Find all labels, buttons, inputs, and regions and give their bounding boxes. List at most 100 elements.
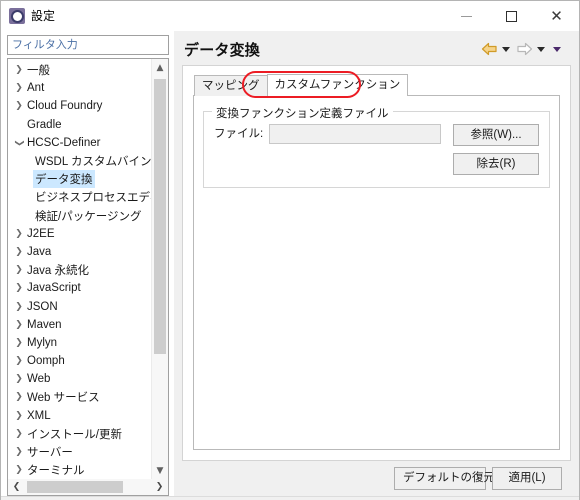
title-bar-left: 設定 <box>1 8 55 24</box>
chevron-right-icon[interactable]: ❯ <box>12 374 26 384</box>
settings-gear-icon <box>9 8 25 24</box>
sidebar-item-label: Oomph <box>27 355 65 368</box>
chevron-right-icon[interactable]: ❯ <box>151 479 168 495</box>
chevron-right-icon[interactable]: ❯ <box>12 465 26 475</box>
sidebar-item-label: Web <box>27 373 51 386</box>
forward-menu-caret-down-icon[interactable] <box>537 46 545 52</box>
page-title: データ変換 <box>184 41 261 59</box>
sidebar-item[interactable]: ❯ JavaScript <box>8 279 151 297</box>
back-arrow-icon[interactable] <box>481 42 498 56</box>
sidebar-item-label: Maven <box>27 318 62 331</box>
sidebar-item[interactable]: ❯ Java 永続化 <box>8 261 151 279</box>
sidebar-item[interactable]: ❯ Web <box>8 370 151 388</box>
sidebar-item-label: Java 永続化 <box>27 265 89 278</box>
sidebar-item[interactable]: ❯ ターミナル <box>8 461 151 479</box>
tab-custom-function[interactable]: カスタムファンクション <box>266 74 409 96</box>
sidebar-item[interactable]: ❯ Web サービス <box>8 388 151 406</box>
chevron-right-icon[interactable]: ❯ <box>12 229 26 239</box>
chevron-right-icon[interactable]: ❯ <box>12 283 26 293</box>
sidebar-item-label: J2EE <box>27 227 55 240</box>
chevron-up-icon[interactable]: ▲ <box>152 59 168 76</box>
chevron-down-icon[interactable]: ▼ <box>152 462 168 479</box>
settings-tree-container: ❯ 一般 ❯ Ant ❯ Cloud Foundry Gradle ❯ HCSC-Definer… <box>7 58 169 480</box>
sidebar-item-label: Gradle <box>27 118 62 131</box>
remove-button[interactable]: 除去(R) <box>453 153 539 175</box>
chevron-right-icon[interactable]: ❯ <box>12 247 26 257</box>
chevron-down-icon[interactable]: ❯ <box>14 136 24 150</box>
dialog-body: ❯一般❯Ant❯Cloud FoundryGradle❯HCSC-Definer… <box>1 31 579 497</box>
sidebar-item-label: WSDL カスタムバインディ <box>35 156 151 169</box>
sidebar-item[interactable]: ❯ JSON <box>8 297 151 315</box>
sidebar-item-label: ターミナル <box>27 465 85 478</box>
tree-horizontal-scrollbar[interactable]: ❮ ❯ <box>7 479 169 497</box>
chevron-right-icon[interactable]: ❯ <box>12 429 26 439</box>
group-legend: 変換ファンクション定義ファイル <box>212 105 393 121</box>
sidebar-item-label: Java <box>27 245 52 258</box>
minimize-icon <box>461 15 472 17</box>
sidebar-item-label: JSON <box>27 300 58 313</box>
chevron-right-icon[interactable]: ❯ <box>12 302 26 312</box>
chevron-right-icon[interactable]: ❯ <box>12 447 26 457</box>
settings-dialog: 設定 ✕ ❯一般❯Ant❯Cloud FoundryGradle❯HCSC-De… <box>0 0 580 500</box>
scrollbar-thumb-horizontal[interactable] <box>27 481 123 494</box>
back-menu-caret-down-icon[interactable] <box>502 46 510 52</box>
settings-page-content: マッピング カスタムファンクション 変換ファンクション定義ファイル ファイル: <box>182 65 571 462</box>
sidebar-item[interactable]: ❯ Maven <box>8 316 151 334</box>
sidebar-item[interactable]: ❯ サーバー <box>8 443 151 461</box>
sidebar-item[interactable]: WSDL カスタムバインディ <box>8 152 151 170</box>
file-row: ファイル: 参照(W)... 除去(R) <box>214 124 539 175</box>
chevron-right-icon[interactable]: ❯ <box>12 411 26 421</box>
apply-button[interactable]: 適用(L) <box>492 467 562 491</box>
chevron-right-icon[interactable]: ❯ <box>12 101 26 111</box>
restore-defaults-button[interactable]: デフォルトの復元(T) <box>394 467 510 491</box>
maximize-button[interactable] <box>489 1 534 31</box>
filter-container <box>5 35 171 58</box>
chevron-right-icon[interactable]: ❯ <box>12 356 26 366</box>
sidebar-item[interactable]: ❯ Mylyn <box>8 334 151 352</box>
sidebar-item[interactable]: ❯ XML <box>8 407 151 425</box>
sidebar-item[interactable]: ❯ Ant <box>8 79 151 97</box>
chevron-right-icon[interactable]: ❯ <box>12 65 26 75</box>
tab-mapping[interactable]: マッピング <box>194 75 268 96</box>
chevron-right-icon[interactable]: ❯ <box>12 392 26 402</box>
sidebar-item-label: ビジネスプロセスエディタ <box>35 192 151 205</box>
page-action-buttons: デフォルトの復元(T) 適用(L) <box>174 465 571 496</box>
tab-mapping-label: マッピング <box>202 80 260 92</box>
dialog-footer: ? 適用して閉じる キャンセル <box>1 496 579 500</box>
sidebar-item-label: インストール/更新 <box>27 428 122 441</box>
sidebar-item[interactable]: Gradle <box>8 116 151 134</box>
chevron-right-icon[interactable]: ❯ <box>12 265 26 275</box>
browse-button[interactable]: 参照(W)... <box>453 124 539 146</box>
close-button[interactable]: ✕ <box>534 1 579 31</box>
title-bar: 設定 ✕ <box>1 1 579 31</box>
sidebar-item[interactable]: ビジネスプロセスエディタ <box>8 188 151 206</box>
conversion-function-definition-group: 変換ファンクション定義ファイル ファイル: 参照(W)... 除去(R) <box>203 105 550 188</box>
sidebar-item[interactable]: ❯ Java <box>8 243 151 261</box>
sidebar-item-label: Ant <box>27 82 45 95</box>
maximize-icon <box>506 10 517 22</box>
sidebar-item[interactable]: データ変換 <box>8 170 151 189</box>
minimize-button[interactable] <box>444 1 489 31</box>
close-icon: ✕ <box>550 6 563 25</box>
settings-tree[interactable]: ❯ 一般 ❯ Ant ❯ Cloud Foundry Gradle ❯ HCSC-Definer… <box>8 59 151 479</box>
sidebar-item[interactable]: ❯ インストール/更新 <box>8 425 151 443</box>
search-input[interactable] <box>7 35 169 55</box>
sidebar-item[interactable]: ❯ 一般 <box>8 61 151 79</box>
sidebar-item[interactable]: ❯ Cloud Foundry <box>8 97 151 115</box>
file-path-input[interactable] <box>269 124 441 144</box>
chevron-right-icon[interactable]: ❯ <box>12 83 26 93</box>
sidebar-item[interactable]: ❯ Oomph <box>8 352 151 370</box>
scrollbar-thumb-vertical[interactable] <box>154 79 166 354</box>
tab-bar: マッピング カスタムファンクション <box>194 71 560 98</box>
sidebar-item[interactable]: ❯ HCSC-Definer <box>8 134 151 152</box>
chevron-right-icon[interactable]: ❯ <box>12 338 26 348</box>
chevron-right-icon[interactable]: ❯ <box>12 320 26 330</box>
view-menu-caret-down-icon[interactable] <box>553 46 561 52</box>
sidebar-item-label: 一般 <box>27 65 50 78</box>
sidebar-item[interactable]: ❯ J2EE <box>8 225 151 243</box>
window-controls: ✕ <box>444 1 579 31</box>
sidebar-item-label: JavaScript <box>27 282 81 295</box>
chevron-left-icon[interactable]: ❮ <box>8 479 25 495</box>
tree-vertical-scrollbar[interactable]: ▲ ▼ <box>151 59 168 480</box>
sidebar-item[interactable]: 検証/パッケージング <box>8 207 151 225</box>
